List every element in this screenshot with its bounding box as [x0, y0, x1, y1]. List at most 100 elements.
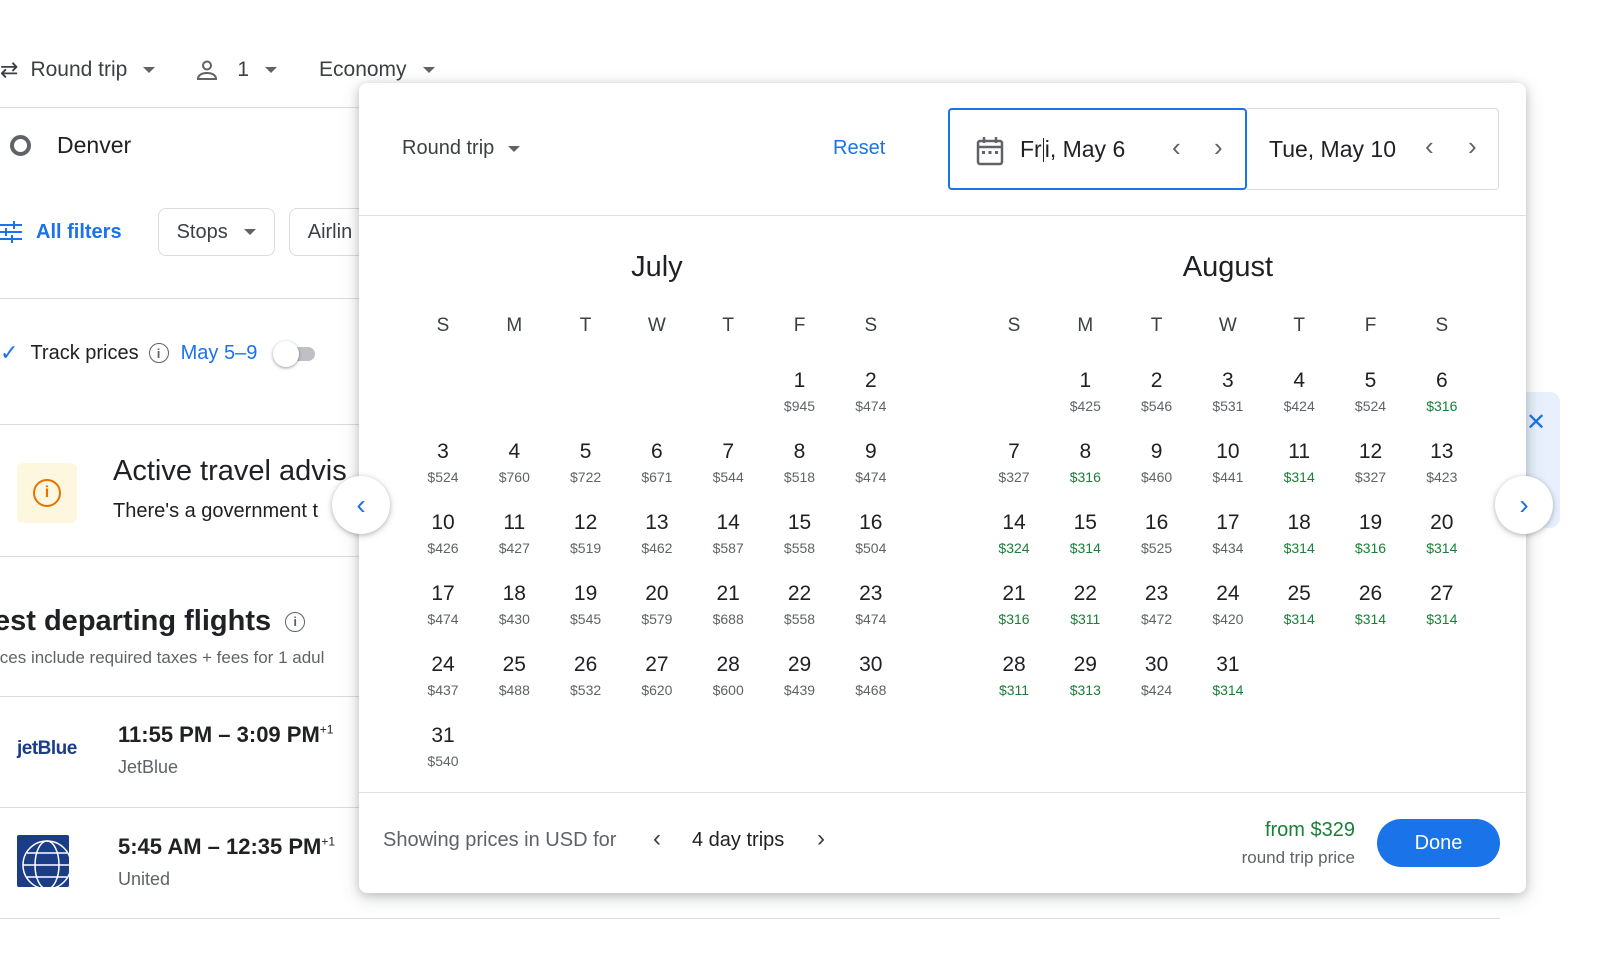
calendar-day[interactable]: 30 $424	[1127, 653, 1187, 698]
calendar-day[interactable]: 25 $488	[484, 653, 544, 698]
calendar-day[interactable]: 29 $439	[770, 653, 830, 698]
calendar-day[interactable]: 14 $324	[984, 511, 1044, 556]
calendar-day[interactable]: 11 $314	[1269, 440, 1329, 485]
calendar-day[interactable]: 8 $518	[770, 440, 830, 485]
calendar-day[interactable]: 31 $314	[1198, 653, 1258, 698]
passengers-dropdown[interactable]: 1	[195, 58, 278, 82]
calendar-day[interactable]: 22 $311	[1055, 582, 1115, 627]
date-picker-footer: Showing prices in USD for ‹ 4 day trips …	[359, 792, 1526, 893]
track-prices-toggle[interactable]	[273, 341, 317, 367]
day-number: 22	[787, 582, 812, 605]
all-filters-button[interactable]: All filters	[0, 221, 122, 244]
calendar-day[interactable]: 4 $424	[1269, 369, 1329, 414]
calendar-day[interactable]: 6 $671	[627, 440, 687, 485]
calendar-day[interactable]: 10 $426	[413, 511, 473, 556]
calendar-day[interactable]: 7 $327	[984, 440, 1044, 485]
calendar-day[interactable]: 16 $504	[841, 511, 901, 556]
calendar-day[interactable]: 18 $430	[484, 582, 544, 627]
calendar-day[interactable]: 29 $313	[1055, 653, 1115, 698]
calendar-day[interactable]: 24 $437	[413, 653, 473, 698]
calendar-day[interactable]: 28 $600	[698, 653, 758, 698]
calendar-day[interactable]: 27 $314	[1412, 582, 1472, 627]
day-number: 31	[1216, 653, 1240, 676]
calendar-day[interactable]: 24 $420	[1198, 582, 1258, 627]
calendar-day[interactable]: 1 $945	[770, 369, 830, 414]
calendar-day[interactable]: 18 $314	[1269, 511, 1329, 556]
chevron-right-icon[interactable]: ›	[817, 825, 825, 853]
info-icon[interactable]: i	[148, 343, 169, 363]
calendar-day[interactable]: 31 $540	[413, 724, 473, 769]
origin-field[interactable]: Denver	[10, 132, 131, 159]
day-price: $327	[998, 469, 1030, 485]
calendar-day[interactable]: 13 $423	[1412, 440, 1472, 485]
calendar-day[interactable]: 22 $558	[770, 582, 830, 627]
calendar-day[interactable]: 23 $474	[841, 582, 901, 627]
calendar-day[interactable]: 21 $316	[984, 582, 1044, 627]
calendar-day[interactable]: 3 $524	[413, 440, 473, 485]
calendar-day[interactable]: 23 $472	[1127, 582, 1187, 627]
calendar-day[interactable]: 14 $587	[698, 511, 758, 556]
calendar-day[interactable]: 1 $425	[1055, 369, 1115, 414]
cabin-dropdown[interactable]: Economy	[319, 58, 435, 82]
calendar-day[interactable]: 13 $462	[627, 511, 687, 556]
divider	[0, 918, 1500, 919]
previous-month-button[interactable]: ‹	[332, 476, 390, 534]
trip-type-dropdown[interactable]: Round trip	[402, 137, 521, 160]
day-number: 2	[1150, 369, 1163, 392]
calendar-day[interactable]: 5 $722	[556, 440, 616, 485]
day-price: $468	[855, 682, 887, 698]
calendar-day[interactable]: 7 $544	[698, 440, 758, 485]
calendar-day[interactable]: 25 $314	[1269, 582, 1329, 627]
chevron-left-icon[interactable]: ‹	[1172, 132, 1181, 163]
chevron-left-icon[interactable]: ‹	[1425, 131, 1434, 162]
day-price: $314	[1069, 540, 1101, 556]
calendar-day[interactable]: 26 $314	[1341, 582, 1401, 627]
day-number: 13	[645, 511, 669, 534]
next-month-button[interactable]: ›	[1495, 476, 1553, 534]
calendar-day[interactable]: 6 $316	[1412, 369, 1472, 414]
calendar-day[interactable]: 16 $525	[1127, 511, 1187, 556]
day-price: $579	[641, 611, 673, 627]
calendar-day[interactable]: 19 $545	[556, 582, 616, 627]
calendar-day[interactable]: 20 $579	[627, 582, 687, 627]
calendar-day[interactable]: 30 $468	[841, 653, 901, 698]
calendar-day[interactable]: 17 $434	[1198, 511, 1258, 556]
chevron-right-icon[interactable]: ›	[1468, 131, 1477, 162]
calendar-day[interactable]: 2 $474	[841, 369, 901, 414]
info-icon[interactable]: i	[285, 611, 306, 632]
calendar-day[interactable]: 27 $620	[627, 653, 687, 698]
calendar-day[interactable]: 12 $327	[1341, 440, 1401, 485]
calendar-day[interactable]: 11 $427	[484, 511, 544, 556]
checkmark-icon: ✓	[0, 340, 19, 365]
divider	[0, 298, 360, 299]
calendar-day[interactable]: 10 $441	[1198, 440, 1258, 485]
reset-button[interactable]: Reset	[833, 137, 885, 160]
day-price: $426	[427, 540, 459, 556]
calendar-day[interactable]: 2 $546	[1127, 369, 1187, 414]
calendar-day[interactable]: 8 $316	[1055, 440, 1115, 485]
day-price: $760	[498, 469, 530, 485]
calendar-day[interactable]: 12 $519	[556, 511, 616, 556]
calendar-day[interactable]: 9 $474	[841, 440, 901, 485]
departure-date-field[interactable]: Fr i, May 6 ‹ ›	[948, 108, 1247, 190]
calendar-day[interactable]: 26 $532	[556, 653, 616, 698]
calendar-day[interactable]: 9 $460	[1127, 440, 1187, 485]
calendar-day[interactable]: 4 $760	[484, 440, 544, 485]
calendar-day[interactable]: 28 $311	[984, 653, 1044, 698]
chevron-right-icon[interactable]: ›	[1214, 132, 1223, 163]
calendar-day[interactable]: 19 $316	[1341, 511, 1401, 556]
chevron-left-icon[interactable]: ‹	[653, 825, 661, 853]
calendar-day[interactable]: 17 $474	[413, 582, 473, 627]
calendar-day[interactable]: 21 $688	[698, 582, 758, 627]
calendar-day[interactable]: 15 $558	[770, 511, 830, 556]
stops-filter-chip[interactable]: Stops	[157, 208, 275, 256]
calendar-day[interactable]: 15 $314	[1055, 511, 1115, 556]
trip-type-dropdown[interactable]: ⇄ Round trip	[0, 57, 156, 83]
done-button[interactable]: Done	[1377, 819, 1500, 867]
calendar-day[interactable]: 20 $314	[1412, 511, 1472, 556]
return-date-field[interactable]: Tue, May 10 ‹ ›	[1247, 108, 1499, 190]
calendar-day[interactable]: 3 $531	[1198, 369, 1258, 414]
close-icon[interactable]: ✕	[1526, 408, 1546, 437]
day-price: $423	[1426, 469, 1458, 485]
calendar-day[interactable]: 5 $524	[1341, 369, 1401, 414]
